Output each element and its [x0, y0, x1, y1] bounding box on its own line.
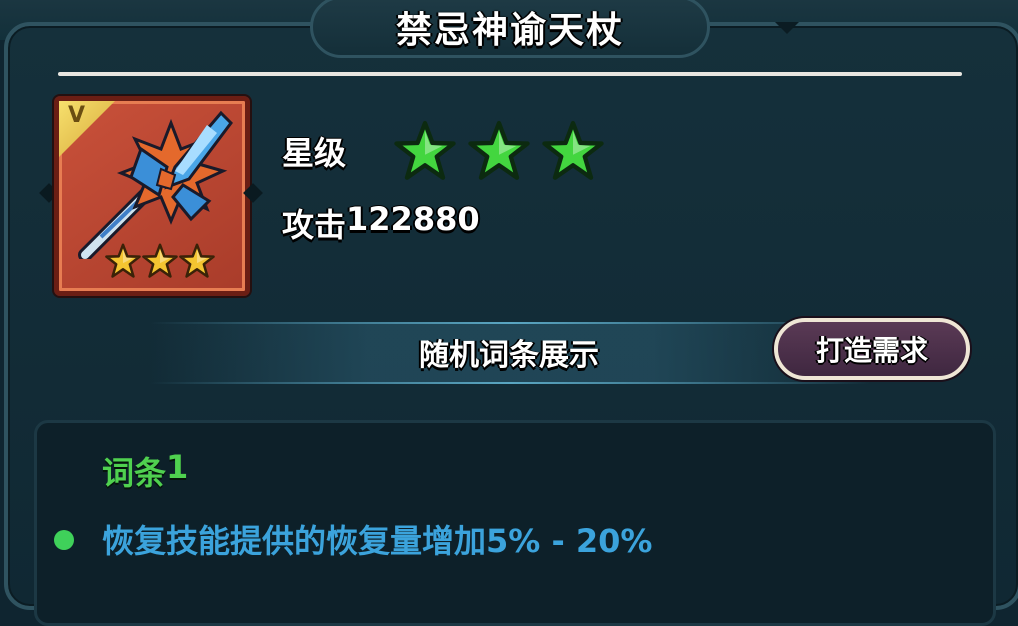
grade-star-icon — [542, 120, 604, 180]
star-level-label: 星级 — [282, 134, 347, 172]
icon-star-rating — [105, 243, 215, 279]
item-star-icon — [142, 243, 178, 278]
affix-1-description: 恢复技能提供的恢复量增加5% - 20% — [102, 522, 653, 560]
affix-1-title: 词条 1 — [102, 448, 188, 494]
attack-label: 攻击 — [282, 206, 347, 244]
title-notch-decoration — [775, 22, 799, 34]
craft-requirements-button[interactable]: 打造需求 — [774, 318, 970, 380]
item-title: 禁忌神谕天杖 — [395, 10, 624, 51]
item-icon-frame[interactable]: V — [54, 96, 250, 296]
band-bottom-line — [150, 382, 870, 384]
item-star-icon — [105, 243, 141, 278]
star-level-rating — [394, 120, 604, 182]
staff-icon — [78, 110, 233, 259]
attack-value: 122880 — [346, 200, 480, 238]
grade-star-icon — [468, 120, 530, 180]
grade-star-icon — [394, 120, 456, 180]
affix-label: 词条 — [102, 454, 167, 492]
attack-stat: 攻击 122880 — [282, 200, 480, 246]
item-star-icon — [179, 243, 215, 278]
affix-bullet-icon — [54, 530, 74, 550]
title-divider — [58, 72, 962, 76]
title-tab: 禁忌神谕天杖 — [310, 0, 710, 58]
band-top-line — [150, 322, 870, 324]
affix-index: 1 — [166, 448, 189, 486]
